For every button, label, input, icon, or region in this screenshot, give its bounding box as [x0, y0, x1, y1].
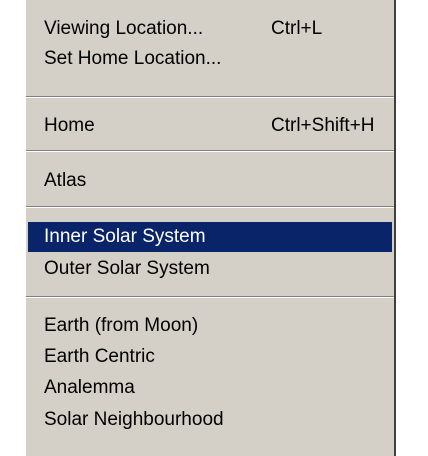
menu-item-shortcut: Ctrl+L — [271, 18, 323, 39]
menu-item-label: Set Home Location... — [44, 48, 222, 69]
menu-item-label: Inner Solar System — [44, 226, 206, 247]
menu-item-solar-neighbourhood[interactable]: Solar Neighbourhood — [26, 405, 394, 435]
menu-item-label: Outer Solar System — [44, 258, 210, 279]
menu-separator — [26, 150, 394, 152]
menu-item-earth-centric[interactable]: Earth Centric — [26, 342, 394, 372]
menu-item-label: Solar Neighbourhood — [44, 409, 224, 430]
menu-item-inner-solar-system[interactable]: Inner Solar System — [28, 222, 392, 252]
menu-item-set-home-location[interactable]: Set Home Location... — [26, 44, 394, 74]
menu-item-label: Atlas — [44, 170, 87, 191]
menu-item-viewing-location[interactable]: Viewing Location... Ctrl+L — [26, 14, 394, 44]
menu-item-label: Home — [44, 115, 95, 136]
menu-item-analemma[interactable]: Analemma — [26, 373, 394, 403]
menu-item-earth-from-moon[interactable]: Earth (from Moon) — [26, 311, 394, 341]
menu-item-home[interactable]: Home Ctrl+Shift+H — [26, 111, 394, 141]
menu-item-label: Earth Centric — [44, 346, 155, 367]
menu-item-atlas[interactable]: Atlas — [26, 166, 394, 196]
menu-separator — [26, 206, 394, 208]
menu-item-label: Viewing Location... — [44, 18, 204, 39]
menu-separator — [26, 96, 394, 98]
menu-item-label: Analemma — [44, 377, 135, 398]
menu-item-outer-solar-system[interactable]: Outer Solar System — [26, 254, 394, 284]
menu-separator — [26, 296, 394, 298]
view-menu: Viewing Location... Ctrl+L Set Home Loca… — [24, 0, 396, 456]
menu-item-label: Earth (from Moon) — [44, 315, 199, 336]
menu-item-shortcut: Ctrl+Shift+H — [271, 115, 375, 136]
